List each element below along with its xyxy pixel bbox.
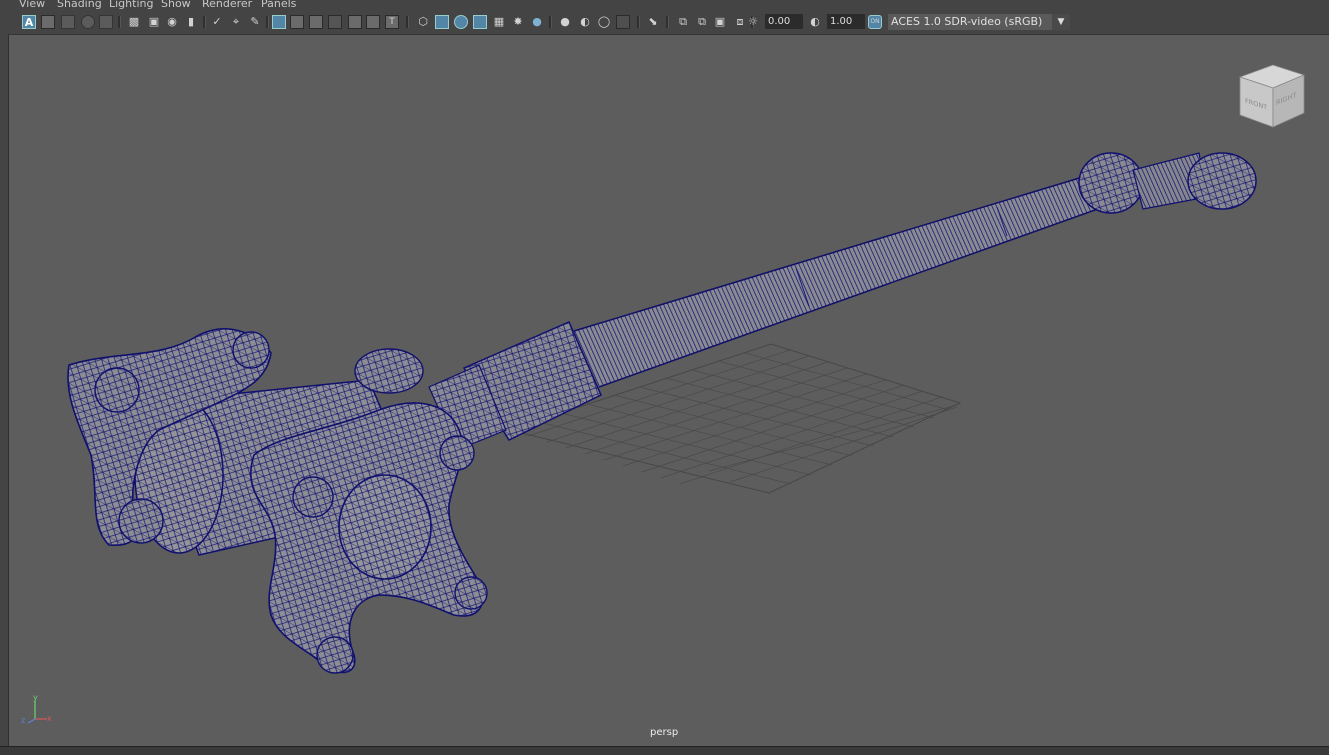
viewport-3d[interactable]: y x z FRONT RIGHT [9, 35, 1329, 746]
chevron-down-icon[interactable]: ▼ [1052, 14, 1070, 30]
smooth-shade-icon[interactable] [309, 15, 323, 29]
xray-joints-icon[interactable]: ▣ [713, 15, 727, 29]
xray-active-icon[interactable]: ⧉ [695, 15, 709, 29]
color-management-toggle[interactable]: ON [868, 15, 882, 29]
axis-y-label: y [33, 693, 38, 702]
motion-blur-icon[interactable]: ◐ [578, 15, 592, 29]
model-front-flange [249, 402, 488, 674]
lights-icon[interactable]: ✸ [511, 15, 525, 29]
menu-view[interactable]: View [19, 0, 45, 10]
panel-left-edge [0, 0, 9, 754]
bookmarks-icon[interactable] [81, 15, 95, 29]
shadow-icon[interactable]: ● [530, 15, 544, 29]
gate-mask-icon[interactable]: ▮ [184, 15, 198, 29]
backface-icon[interactable]: ⧈ [733, 15, 747, 29]
model-top-lug [354, 348, 424, 394]
menu-show[interactable]: Show [161, 0, 191, 10]
menu-lighting[interactable]: Lighting [109, 0, 153, 10]
lock-camera-icon[interactable] [41, 15, 55, 29]
menu-panels[interactable]: Panels [261, 0, 296, 10]
exposure-field[interactable]: 0.00 [765, 14, 803, 29]
shadows-icon[interactable] [366, 15, 380, 29]
wireframe-icon[interactable] [290, 15, 304, 29]
select-camera-icon[interactable]: A [22, 15, 36, 29]
use-lights-icon[interactable] [348, 15, 362, 29]
safe-action-icon[interactable]: ✎ [248, 15, 262, 29]
depth-of-field-icon[interactable] [616, 15, 630, 29]
grease-pencil-icon[interactable]: ✓ [210, 15, 224, 29]
menu-renderer[interactable]: Renderer [202, 0, 252, 10]
axis-z-label: z [21, 716, 25, 725]
camera-icon[interactable]: ▩ [127, 15, 141, 29]
axis-x-label: x [47, 714, 52, 723]
menu-shading[interactable]: Shading [57, 0, 102, 10]
isolate-select-icon[interactable]: ⬊ [646, 15, 660, 29]
antialiasing-icon[interactable]: ◯ [597, 15, 611, 29]
grid-icon[interactable] [272, 15, 286, 29]
color-space-dropdown[interactable]: ACES 1.0 SDR-video (sRGB) [888, 14, 1070, 30]
field-chart-icon[interactable]: ⌖ [229, 15, 243, 29]
model-end-joint [1078, 152, 1257, 214]
image-plane-icon[interactable] [99, 15, 113, 29]
panel-menu-bar: View Shading Lighting Show Renderer Pane… [8, 0, 1329, 11]
exposure-icon[interactable]: ☼ [746, 15, 760, 29]
screen-space-ao-icon[interactable]: ● [558, 15, 572, 29]
gamma-field[interactable]: 1.00 [827, 14, 865, 29]
smooth-cube-icon[interactable] [435, 15, 449, 29]
textured-cube-icon[interactable] [473, 15, 487, 29]
checker-icon[interactable]: ▦ [492, 15, 506, 29]
model-shaft [573, 165, 1138, 388]
text-icon[interactable]: T [385, 15, 399, 29]
camera-name-label: persp [650, 727, 679, 738]
axis-gizmo: y x z [21, 693, 52, 725]
camera-attributes-icon[interactable] [61, 15, 75, 29]
gamma-icon[interactable]: ◐ [808, 15, 822, 29]
wireframe-cube-icon[interactable]: ⬡ [416, 15, 430, 29]
xray-icon[interactable]: ⧉ [676, 15, 690, 29]
film-gate-icon[interactable]: ▣ [147, 15, 161, 29]
panel-toolbar: A ▩ ▣ ◉ ▮ ✓ ⌖ ✎ T ⬡ ▦ ✸ ● ● ◐ ◯ ⬊ ⧉ ⧉ ▣ … [8, 11, 1329, 35]
resolution-gate-icon[interactable]: ◉ [165, 15, 179, 29]
wire-on-shaded-icon[interactable] [454, 15, 468, 29]
textured-icon[interactable] [328, 15, 342, 29]
view-cube[interactable]: FRONT RIGHT [1238, 64, 1306, 128]
